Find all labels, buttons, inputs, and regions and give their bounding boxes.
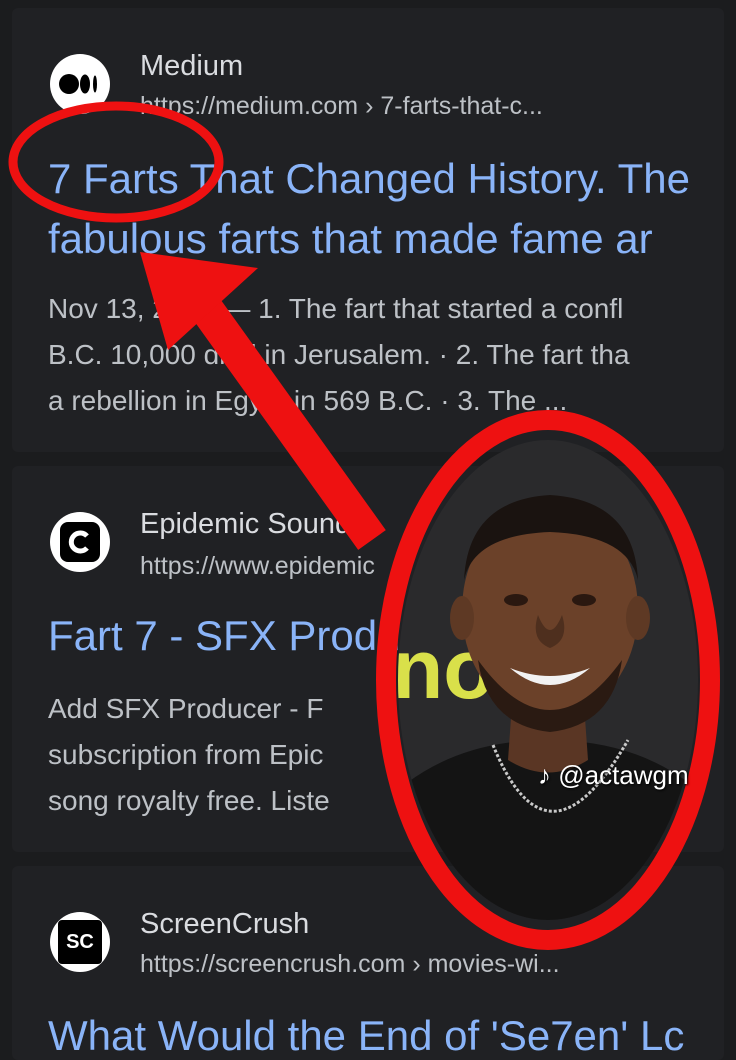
arrow-shaft — [186, 290, 386, 550]
tiktok-icon: ♪ — [538, 760, 551, 790]
red-annotations — [8, 101, 720, 950]
photo-highlight-oval — [376, 410, 720, 950]
highlight-oval — [8, 101, 224, 223]
tiktok-watermark: ♪ @actawgm — [538, 760, 689, 791]
watermark-handle: @actawgm — [558, 760, 689, 790]
